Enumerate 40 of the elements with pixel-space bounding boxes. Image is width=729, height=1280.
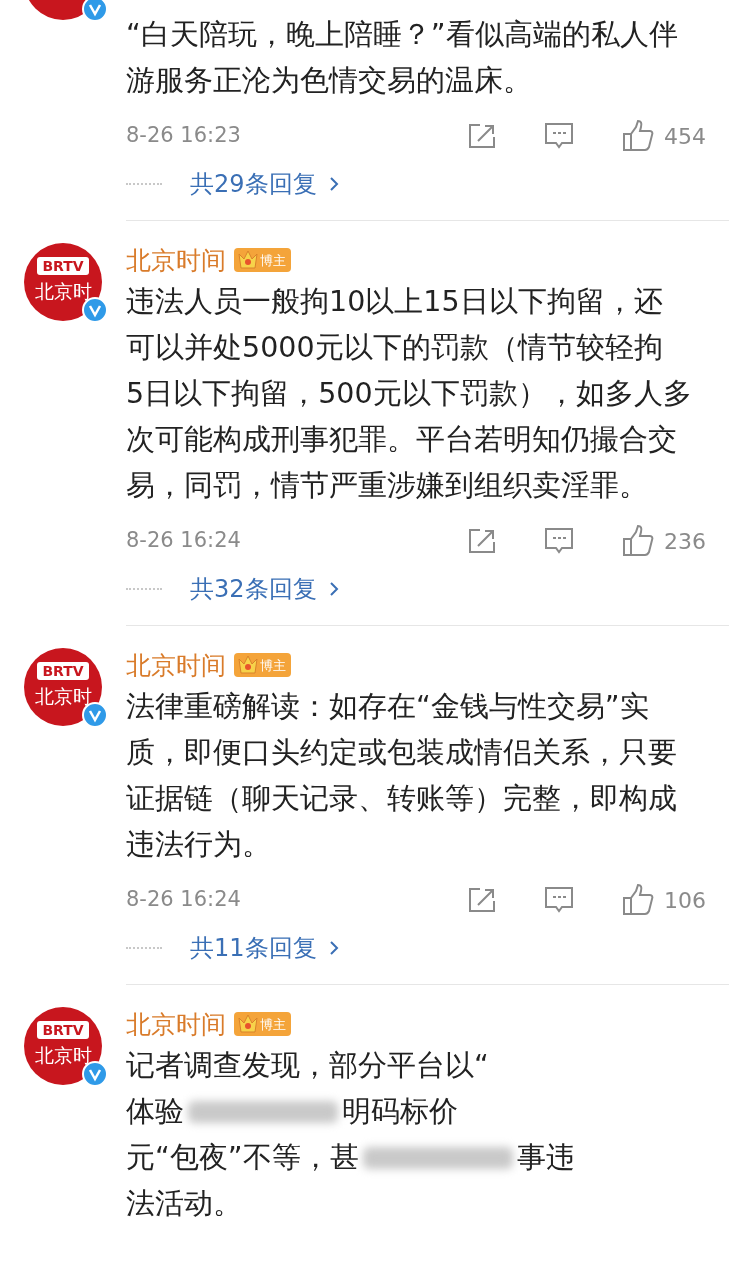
role-label: 博主: [260, 1017, 286, 1031]
logo-badge: BRTV: [37, 1021, 89, 1039]
logo-badge: BRTV: [37, 662, 89, 680]
comment-text: 违法人员一般拘10以上15日以下拘留，还 可以并处5000元以下的罚款（情节较轻拘 5日以下拘留，500元以下罚款），如多人多 次可能构成刑事犯罪。平台若明知仍撮合交 易，同罚，情节严重涉嫌到组织卖淫罪。: [126, 284, 693, 504]
like-count: 236: [664, 527, 706, 556]
replies-link[interactable]: 共29条回复: [190, 166, 317, 202]
like-count: 454: [664, 122, 706, 151]
role-label: 博主: [260, 658, 286, 672]
comment-icon[interactable]: [544, 886, 574, 914]
replies-link[interactable]: 共11条回复: [190, 930, 317, 966]
logo-badge: BRTV: [37, 257, 89, 275]
author-name[interactable]: 北京时间: [126, 247, 226, 273]
logo-caption: 北京时: [34, 1046, 92, 1065]
thumbs-up-icon[interactable]: [622, 120, 654, 152]
timestamp: 8-26 16:24: [126, 886, 242, 914]
logo-caption: 北京时: [34, 687, 92, 706]
comment-text: 法律重磅解读：如存在“金钱与性交易”实 质，即便口头约定或包装成情侣关系，只要 证据链（聊天记录、转账等）完整，即构成 违法行为。: [126, 689, 678, 863]
share-icon[interactable]: [468, 887, 496, 913]
thumbs-up-icon[interactable]: [622, 525, 654, 557]
role-label: 博主: [260, 253, 286, 267]
timestamp: 8-26 16:23: [126, 122, 242, 150]
logo-caption: 北京时: [34, 282, 92, 301]
share-icon[interactable]: [468, 528, 496, 554]
chevron-right-icon[interactable]: [328, 176, 339, 192]
replies-link[interactable]: 共32条回复: [190, 571, 317, 607]
share-icon[interactable]: [468, 123, 496, 149]
crown-icon: [236, 653, 260, 677]
like-count: 106: [664, 886, 706, 915]
comment-icon[interactable]: [544, 527, 574, 555]
timestamp: 8-26 16:24: [126, 527, 242, 555]
comment-text: “白天陪玩，晚上陪睡？”看似高端的私人伴 游服务正沦为色情交易的温床。: [126, 17, 679, 99]
crown-icon: [236, 248, 260, 272]
comment-icon[interactable]: [544, 122, 574, 150]
comment-text: 记者调查发现，部分平台以“ 体验 明码标价 元“包夜”不等，甚 事违 法活动。: [126, 1048, 576, 1222]
chevron-right-icon[interactable]: [328, 940, 339, 956]
chevron-right-icon[interactable]: [328, 581, 339, 597]
thumbs-up-icon[interactable]: [622, 884, 654, 916]
author-name[interactable]: 北京时间: [126, 652, 226, 678]
author-name[interactable]: 北京时间: [126, 1011, 226, 1037]
crown-icon: [236, 1012, 260, 1036]
